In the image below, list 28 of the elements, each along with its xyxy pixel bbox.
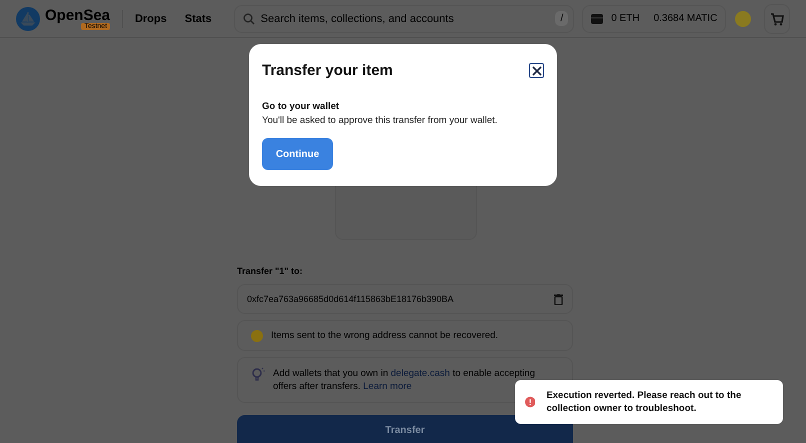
delegate-link[interactable]: delegate.cash bbox=[390, 368, 450, 379]
learn-more-link[interactable]: Learn more bbox=[363, 381, 412, 392]
close-button[interactable] bbox=[529, 63, 544, 78]
balance-text: 0.3684 MATIC bbox=[654, 13, 718, 24]
nav-link[interactable]: Drops bbox=[134, 12, 167, 24]
trash-icon[interactable] bbox=[554, 294, 563, 304]
logo-text[interactable]: OpenSea bbox=[45, 8, 110, 24]
modal-heading: Go to your wallet bbox=[262, 101, 340, 112]
error-icon bbox=[525, 394, 536, 410]
warning-text: Items sent to the wrong address cannot be recovered. bbox=[271, 329, 498, 342]
modal-title: Transfer your item bbox=[262, 62, 393, 79]
wallet-icon bbox=[591, 14, 604, 24]
cart-button[interactable] bbox=[764, 4, 790, 34]
transfer-button[interactable]: Transfer bbox=[237, 415, 573, 443]
warning-icon bbox=[251, 330, 263, 342]
error-message: Execution reverted. Please reach out to the collection owner to troubleshoot. bbox=[546, 389, 742, 415]
close-icon bbox=[532, 66, 542, 76]
balance-text: 0 ETH bbox=[611, 13, 640, 24]
avatar[interactable] bbox=[735, 10, 752, 26]
nav-link[interactable]: Stats bbox=[184, 12, 212, 24]
modal-text: You'll be asked to approve this transfer from your wallet. bbox=[262, 115, 498, 126]
address-field[interactable]: 0xfc7ea763a96685d0d614f115863bE18176b390BA bbox=[237, 284, 573, 314]
wallet-button[interactable]: 0 ETH 0.3684 MATIC bbox=[582, 4, 726, 32]
cart-icon bbox=[770, 12, 784, 26]
lightbulb-icon bbox=[251, 367, 265, 381]
search-icon bbox=[242, 12, 255, 24]
continue-button[interactable]: Continue bbox=[262, 138, 333, 170]
transfer-label: Transfer "1" to: bbox=[237, 266, 304, 276]
